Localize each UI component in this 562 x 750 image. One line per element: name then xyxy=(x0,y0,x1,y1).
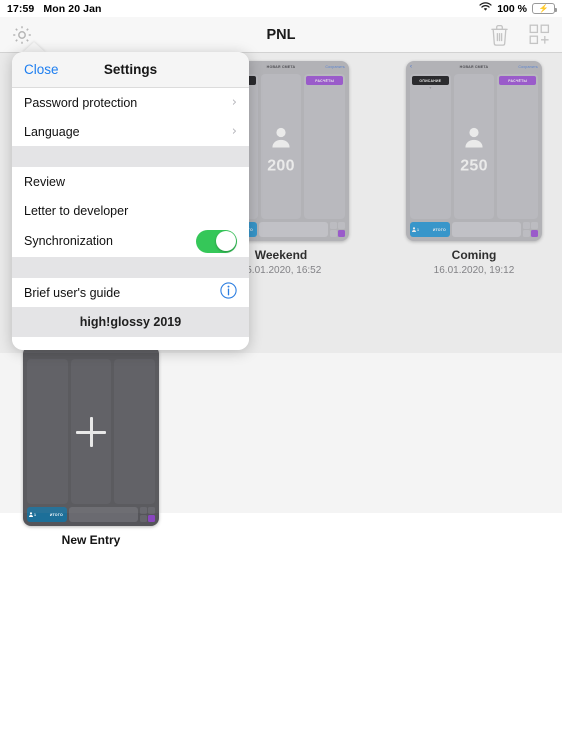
settings-item-language[interactable]: Language › xyxy=(12,117,249,146)
new-entry-thumbnail[interactable]: 1 ИТОГО xyxy=(23,346,159,526)
settings-group-3: Brief user's guide xyxy=(12,278,249,307)
mini-column-calc: РАСЧЁТЫ xyxy=(497,74,539,219)
mini-person-count: 1 xyxy=(34,512,36,517)
settings-footer: high!glossy 2019 xyxy=(12,307,249,337)
mini-person-count: 1 xyxy=(417,227,419,232)
new-entry-cell: 1 ИТОГО New Entry xyxy=(0,346,186,547)
status-time: 17:59 xyxy=(7,2,35,15)
mini-keypad xyxy=(330,222,345,237)
mini-column-calc xyxy=(114,359,156,504)
mini-calc-chip-label: РАСЧЁТЫ xyxy=(315,78,335,83)
mini-column-middle xyxy=(453,74,495,219)
settings-item-label: Brief user's guide xyxy=(24,285,121,300)
battery-charging-icon: ⚡ xyxy=(532,3,557,14)
mini-total-chip: 1 ИТОГО xyxy=(27,507,67,522)
settings-item-password-protection[interactable]: Password protection › xyxy=(12,88,249,117)
mini-calc-chip-label: РАСЧЁТЫ xyxy=(508,78,528,83)
settings-group-2: Review Letter to developer Synchronizati… xyxy=(12,167,249,257)
settings-item-label: Letter to developer xyxy=(24,203,129,218)
settings-item-synchronization[interactable]: Synchronization xyxy=(12,225,249,257)
entry-date: 16.01.2020, 19:12 xyxy=(433,265,515,276)
mini-total-field xyxy=(259,222,328,237)
mini-total-chip: 1 ИТОГО xyxy=(410,222,450,237)
settings-group-1: Password protection › Language › xyxy=(12,88,249,146)
mini-keypad xyxy=(523,222,538,237)
mini-calc-chip: РАСЧЁТЫ xyxy=(499,76,537,85)
settings-group-divider xyxy=(12,257,249,278)
nav-bar: PNL xyxy=(0,17,562,53)
mini-column-middle xyxy=(260,74,302,219)
mini-column-description xyxy=(27,359,68,504)
mini-keypad xyxy=(140,507,155,522)
trash-icon[interactable] xyxy=(490,24,509,46)
status-right-cluster: 100 % ⚡ xyxy=(479,2,557,15)
settings-item-brief-users-guide[interactable]: Brief user's guide xyxy=(12,278,249,307)
nav-right-group xyxy=(490,24,550,46)
mini-column-description: ОПИСАНИЕ ▾ xyxy=(410,74,451,219)
mini-calc-chip: РАСЧЁТЫ xyxy=(306,76,344,85)
settings-panel: Close Settings Password protection › Lan… xyxy=(12,52,249,350)
settings-item-label: Review xyxy=(24,174,65,189)
mini-columns: ОПИСАНИЕ ▾ РАСЧЁТЫ xyxy=(410,74,539,219)
settings-item-label: Language xyxy=(24,124,80,139)
settings-footer-label: high!glossy 2019 xyxy=(79,315,182,329)
grid-add-icon[interactable] xyxy=(529,24,550,45)
mini-bottombar: 1 ИТОГО xyxy=(27,507,155,522)
page-title: PNL xyxy=(266,26,296,43)
mini-column-calc: РАСЧЁТЫ xyxy=(304,74,346,219)
mini-total-field xyxy=(69,507,138,522)
entry-thumbnail[interactable]: ‹ НОВАЯ СМЕТА Сохранить ОПИСАНИЕ ▾ РАСЧ xyxy=(406,61,542,241)
settings-item-label: Synchronization xyxy=(24,234,113,248)
mini-title: НОВАЯ СМЕТА xyxy=(459,65,489,69)
mini-desc-caret-icon: ▾ xyxy=(429,85,432,90)
entry-label: Coming xyxy=(451,248,497,262)
settings-group-divider xyxy=(12,146,249,167)
mini-bottombar: 1 ИТОГО xyxy=(410,222,538,237)
mini-desc-chip: ОПИСАНИЕ xyxy=(412,76,449,85)
mini-desc-chip-label: ОПИСАНИЕ xyxy=(419,78,442,83)
mini-total-label: ИТОГО xyxy=(49,512,63,517)
settings-title: Settings xyxy=(103,62,158,77)
synchronization-toggle[interactable] xyxy=(196,229,237,253)
new-entry-label: New Entry xyxy=(61,533,121,547)
settings-item-review[interactable]: Review xyxy=(12,167,249,196)
settings-item-label: Password protection xyxy=(24,95,138,110)
battery-percent: 100 % xyxy=(497,2,527,15)
wifi-icon xyxy=(479,2,492,15)
mini-total-field xyxy=(452,222,521,237)
mini-topbar: ‹ НОВАЯ СМЕТА Сохранить xyxy=(406,61,542,73)
plus-icon xyxy=(76,417,106,448)
status-bar: 17:59 Mon 20 Jan 100 % ⚡ xyxy=(0,0,562,17)
info-icon[interactable] xyxy=(220,281,237,304)
entry-cell: ‹ НОВАЯ СМЕТА Сохранить ОПИСАНИЕ ▾ РАСЧ xyxy=(379,61,562,276)
chevron-right-icon: › xyxy=(231,124,237,139)
status-date: Mon 20 Jan xyxy=(43,2,102,15)
app-root: 17:59 Mon 20 Jan 100 % ⚡ PNL НОВАЯ СМЕТА… xyxy=(0,0,562,750)
chevron-right-icon: › xyxy=(231,95,237,110)
mini-total-label: ИТОГО xyxy=(432,227,446,232)
popover-header: Close Settings xyxy=(12,52,249,88)
settings-item-letter-to-developer[interactable]: Letter to developer xyxy=(12,196,249,225)
popover-tail xyxy=(12,337,249,350)
